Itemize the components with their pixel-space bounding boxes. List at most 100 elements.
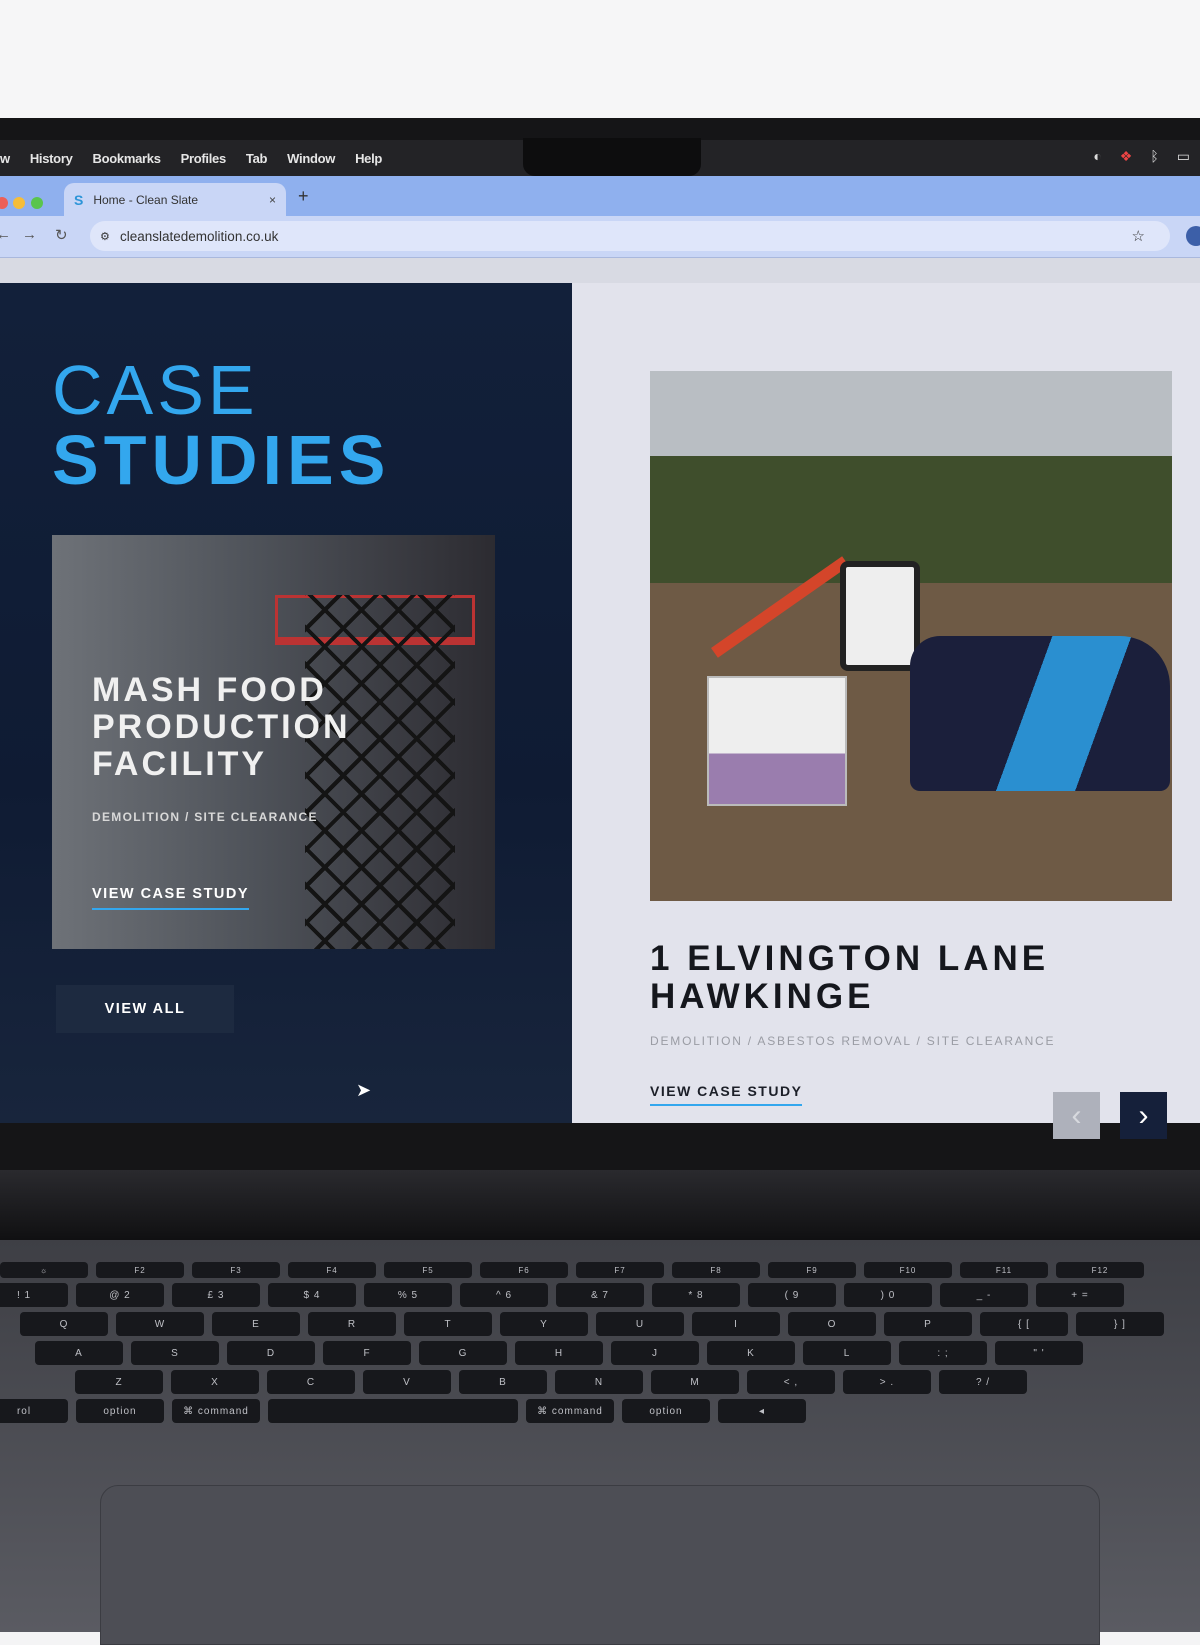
key[interactable]: F7 [576, 1262, 664, 1278]
key[interactable]: : ; [899, 1341, 987, 1365]
key[interactable]: F4 [288, 1262, 376, 1278]
prev-slide-button[interactable]: ‹ [1053, 1092, 1100, 1139]
key[interactable]: I [692, 1312, 780, 1336]
key[interactable]: $ 4 [268, 1283, 356, 1307]
minimize-window-button[interactable] [13, 197, 25, 209]
key[interactable]: W [116, 1312, 204, 1336]
menu-history[interactable]: History [30, 151, 73, 166]
menu-profiles[interactable]: Profiles [181, 151, 227, 166]
slide-categories: DEMOLITION / ASBESTOS REMOVAL / SITE CLE… [650, 1034, 1056, 1048]
key[interactable]: H [515, 1341, 603, 1365]
key[interactable]: " ' [995, 1341, 1083, 1365]
key[interactable]: F10 [864, 1262, 952, 1278]
key[interactable]: ? / [939, 1370, 1027, 1394]
key[interactable]: < , [747, 1370, 835, 1394]
key[interactable]: F3 [192, 1262, 280, 1278]
key[interactable]: B [459, 1370, 547, 1394]
key[interactable]: V [363, 1370, 451, 1394]
key[interactable]: G [419, 1341, 507, 1365]
key[interactable]: ^ 6 [460, 1283, 548, 1307]
key[interactable]: P [884, 1312, 972, 1336]
space-key[interactable] [268, 1399, 518, 1423]
app-status-icon[interactable]: ◐ [1093, 148, 1101, 165]
key[interactable]: M [651, 1370, 739, 1394]
key[interactable]: ) 0 [844, 1283, 932, 1307]
key[interactable]: K [707, 1341, 795, 1365]
key[interactable]: ⌘ command [172, 1399, 260, 1423]
key[interactable]: R [308, 1312, 396, 1336]
key[interactable]: option [76, 1399, 164, 1423]
zoom-window-button[interactable] [31, 197, 43, 209]
key[interactable]: F11 [960, 1262, 1048, 1278]
slide-view-case-study-link[interactable]: VIEW CASE STUDY [650, 1083, 803, 1106]
case-study-photo[interactable] [650, 371, 1172, 901]
menu-tab[interactable]: Tab [246, 151, 268, 166]
site-settings-icon[interactable]: ⚙ [100, 230, 110, 243]
key[interactable]: rol [0, 1399, 68, 1423]
key[interactable]: U [596, 1312, 684, 1336]
tab-home[interactable]: S Home - Clean Slate × [64, 183, 286, 216]
key[interactable]: ◂ [718, 1399, 806, 1423]
key[interactable]: F2 [96, 1262, 184, 1278]
close-tab-icon[interactable]: × [269, 193, 276, 207]
key[interactable]: £ 3 [172, 1283, 260, 1307]
key[interactable]: E [212, 1312, 300, 1336]
featured-title: MASH FOOD PRODUCTION FACILITY [92, 671, 351, 783]
key[interactable]: F5 [384, 1262, 472, 1278]
new-tab-button[interactable]: + [298, 186, 309, 207]
key[interactable]: & 7 [556, 1283, 644, 1307]
key[interactable]: + = [1036, 1283, 1124, 1307]
key[interactable]: Y [500, 1312, 588, 1336]
featured-view-case-study-link[interactable]: VIEW CASE STUDY [92, 886, 250, 910]
key[interactable]: S [131, 1341, 219, 1365]
key[interactable]: ! 1 [0, 1283, 68, 1307]
key[interactable]: J [611, 1341, 699, 1365]
key[interactable]: Q [20, 1312, 108, 1336]
menu-window[interactable]: Window [287, 151, 335, 166]
key[interactable]: X [171, 1370, 259, 1394]
view-all-button[interactable]: VIEW ALL [56, 985, 234, 1033]
profile-avatar[interactable] [1186, 226, 1200, 246]
key[interactable]: } ] [1076, 1312, 1164, 1336]
menu-help[interactable]: Help [355, 151, 382, 166]
forward-button[interactable]: → [22, 226, 37, 243]
key[interactable]: % 5 [364, 1283, 452, 1307]
key[interactable]: { [ [980, 1312, 1068, 1336]
key[interactable]: @ 2 [76, 1283, 164, 1307]
bookmark-star-icon[interactable]: ☆ [1132, 227, 1145, 245]
key[interactable]: L [803, 1341, 891, 1365]
slide-title-line2: HAWKINGE [650, 977, 875, 1016]
key[interactable]: F8 [672, 1262, 760, 1278]
chevron-left-icon: ‹ [1071, 1098, 1082, 1132]
key[interactable]: > . [843, 1370, 931, 1394]
key[interactable]: A [35, 1341, 123, 1365]
key[interactable]: O [788, 1312, 876, 1336]
key[interactable]: F6 [480, 1262, 568, 1278]
bluetooth-icon[interactable]: ᛒ [1150, 148, 1158, 165]
menu-bookmarks[interactable]: Bookmarks [93, 151, 161, 166]
keyboard-number-row: ! 1 @ 2 £ 3 $ 4 % 5 ^ 6 & 7 * 8 ( 9 ) 0 _ - + = [0, 1283, 1200, 1307]
key[interactable]: F12 [1056, 1262, 1144, 1278]
key[interactable]: F9 [768, 1262, 856, 1278]
key[interactable]: * 8 [652, 1283, 740, 1307]
back-button[interactable]: ← [0, 226, 11, 243]
key[interactable]: ☼ [0, 1262, 88, 1278]
trackpad[interactable] [100, 1485, 1100, 1645]
battery-icon[interactable]: ▭ [1177, 148, 1190, 165]
key[interactable]: ( 9 [748, 1283, 836, 1307]
company-van [910, 636, 1170, 791]
next-slide-button[interactable]: › [1120, 1092, 1167, 1139]
menu-view[interactable]: w [0, 151, 10, 166]
key[interactable]: N [555, 1370, 643, 1394]
key[interactable]: C [267, 1370, 355, 1394]
address-bar[interactable]: ⚙ cleanslatedemolition.co.uk ☆ [90, 221, 1170, 251]
key[interactable]: F [323, 1341, 411, 1365]
key[interactable]: ⌘ command [526, 1399, 614, 1423]
key[interactable]: D [227, 1341, 315, 1365]
key[interactable]: Z [75, 1370, 163, 1394]
reload-button[interactable]: ↻ [55, 226, 68, 244]
key[interactable]: option [622, 1399, 710, 1423]
key[interactable]: T [404, 1312, 492, 1336]
key[interactable]: _ - [940, 1283, 1028, 1307]
dropbox-icon[interactable]: ❖ [1120, 148, 1133, 165]
